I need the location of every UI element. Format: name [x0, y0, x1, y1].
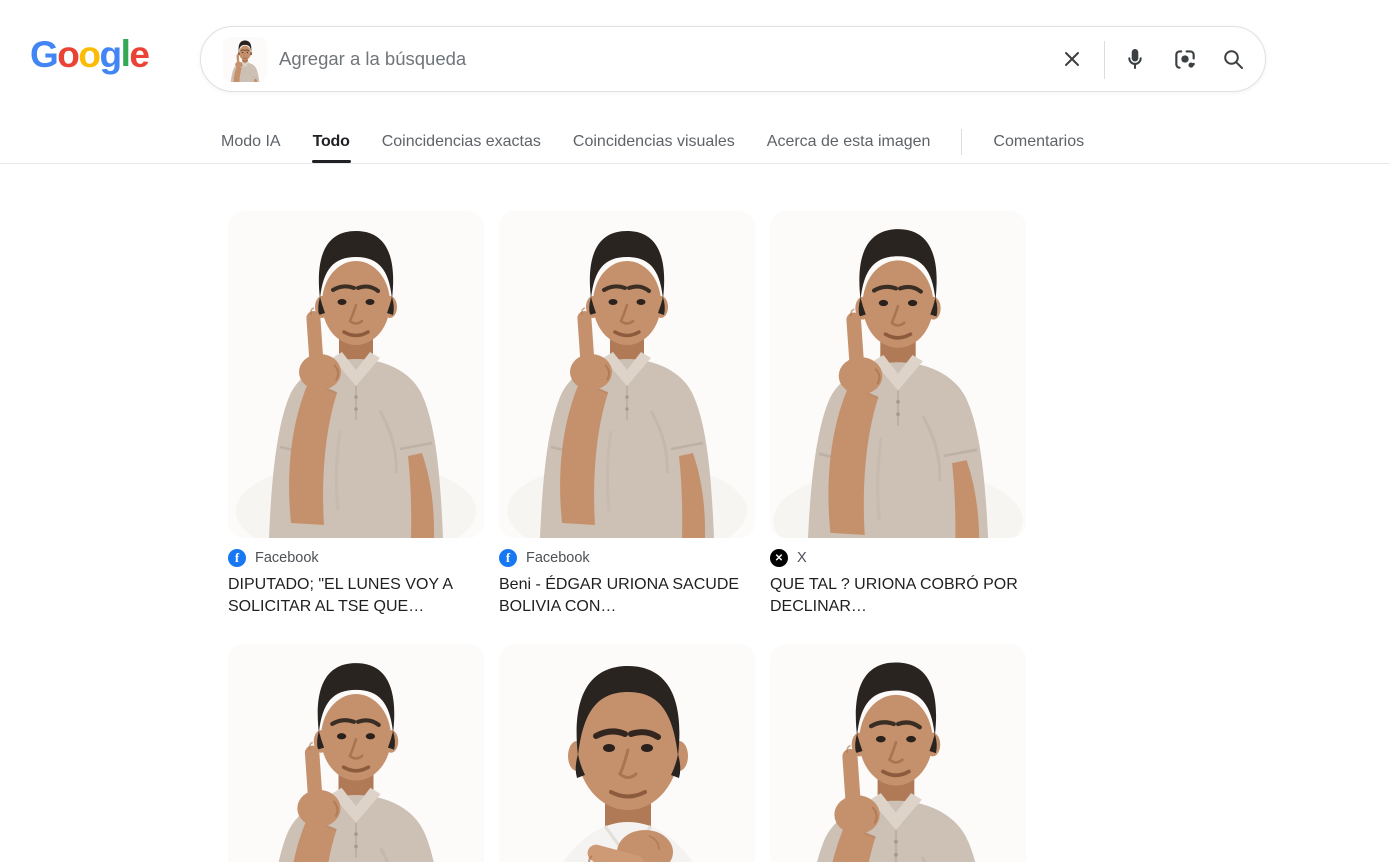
result-source[interactable]: f Facebook [228, 549, 484, 567]
header: Google [0, 0, 1390, 164]
result-title[interactable]: Beni - ÉDGAR URIONA SACUDE BOLIVIA CON… [499, 574, 755, 618]
result-source[interactable]: ✕ X [770, 549, 1026, 567]
result-title[interactable]: QUE TAL ? URIONA COBRÓ POR DECLINAR… [770, 574, 1026, 618]
result-source-name: Facebook [255, 550, 319, 566]
result-card: ✕ X QUE TAL ? URIONA COBRÓ POR DECLINAR… [770, 211, 1026, 618]
tab-acerca-de-esta-imagen[interactable]: Acerca de esta imagen [766, 131, 932, 153]
close-icon[interactable] [1059, 46, 1085, 72]
google-logo[interactable]: Google [30, 34, 148, 76]
google-lens-results-page: Google [0, 0, 1390, 862]
tab-comentarios[interactable]: Comentarios [992, 131, 1085, 153]
logo-letter: o [78, 34, 99, 76]
result-image[interactable] [228, 211, 484, 538]
search-input[interactable] [279, 27, 1039, 91]
lens-camera-icon[interactable] [1172, 46, 1198, 72]
search-bar[interactable] [200, 26, 1266, 92]
facebook-icon: f [499, 549, 517, 567]
result-image[interactable] [770, 211, 1026, 538]
result-card [228, 644, 484, 862]
logo-letter: g [100, 34, 121, 76]
result-source-name: X [797, 550, 807, 566]
tabs-divider [961, 129, 962, 155]
query-image-thumbnail[interactable] [223, 37, 267, 82]
result-card [499, 644, 755, 862]
logo-letter: e [129, 34, 148, 76]
results-grid: f Facebook DIPUTADO; "EL LUNES VOY A SOL… [228, 211, 1026, 862]
searchbar-divider [1104, 41, 1105, 79]
tab-coincidencias-visuales[interactable]: Coincidencias visuales [572, 131, 736, 153]
logo-letter: l [121, 33, 130, 75]
result-card: f Facebook Beni - ÉDGAR URIONA SACUDE BO… [499, 211, 755, 618]
result-image[interactable] [770, 644, 1026, 862]
microphone-icon[interactable] [1122, 46, 1148, 72]
result-image[interactable] [228, 644, 484, 862]
result-title[interactable]: DIPUTADO; "EL LUNES VOY A SOLICITAR AL T… [228, 574, 484, 618]
logo-letter: G [30, 34, 57, 76]
x-icon: ✕ [770, 549, 788, 567]
result-image[interactable] [499, 644, 755, 862]
result-card: f Facebook DIPUTADO; "EL LUNES VOY A SOL… [228, 211, 484, 618]
result-filter-tabs: Modo IA Todo Coincidencias exactas Coinc… [220, 121, 1085, 162]
magnifier-icon[interactable] [1220, 46, 1246, 72]
result-image[interactable] [499, 211, 755, 538]
tab-coincidencias-exactas[interactable]: Coincidencias exactas [381, 131, 542, 153]
result-card [770, 644, 1026, 862]
result-source-name: Facebook [526, 550, 590, 566]
result-source[interactable]: f Facebook [499, 549, 755, 567]
tab-modo-ia[interactable]: Modo IA [220, 131, 282, 153]
logo-letter: o [57, 34, 78, 76]
facebook-icon: f [228, 549, 246, 567]
tab-todo[interactable]: Todo [312, 131, 351, 153]
